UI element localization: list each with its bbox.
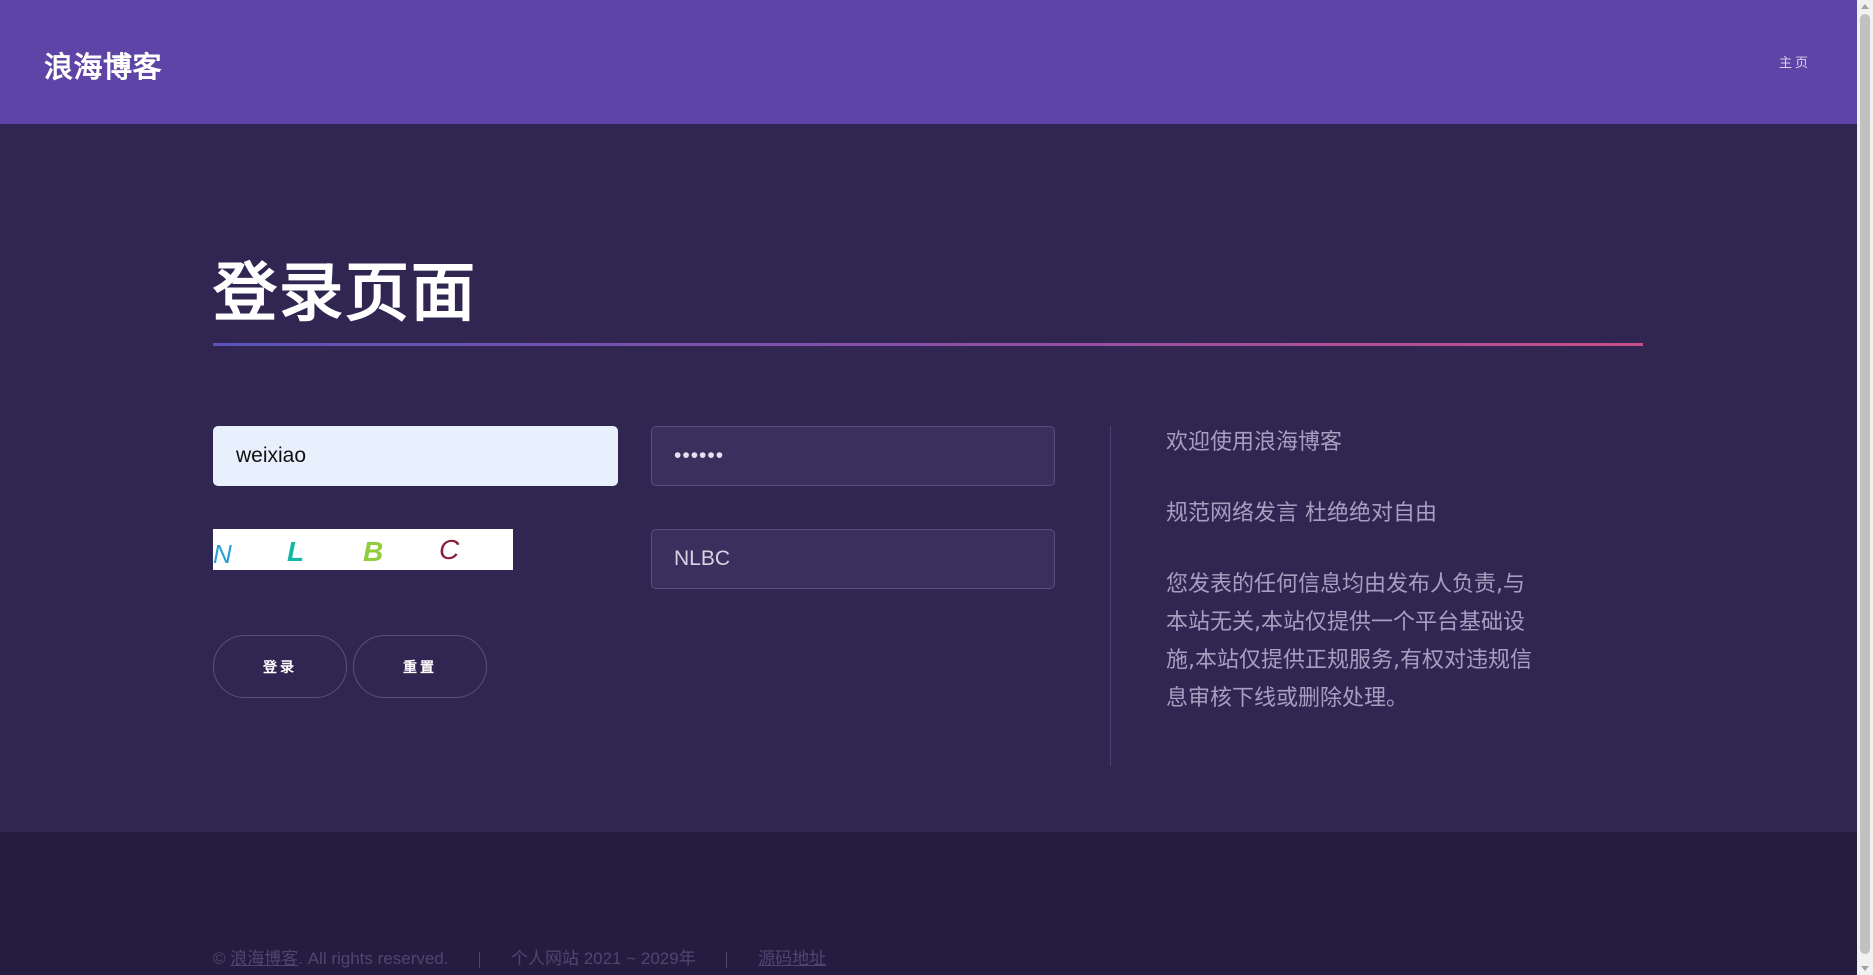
scrollbar-thumb[interactable] — [1860, 14, 1870, 954]
site-footer: © 浪海博客. All rights reserved. 个人网站 2021 ~… — [0, 832, 1857, 975]
captcha-char: L — [287, 536, 305, 567]
site-info-text: 个人网站 2021 ~ 2029年 — [510, 949, 696, 968]
reset-button[interactable]: 重置 — [353, 635, 487, 698]
footer-separator — [726, 951, 728, 968]
captcha-input[interactable] — [651, 529, 1055, 589]
site-header: 浪海博客 主页 — [0, 0, 1857, 124]
copyright-symbol: © — [213, 949, 226, 968]
welcome-text: 欢迎使用浪海博客 — [1166, 430, 1343, 455]
site-brand[interactable]: 浪海博客 — [44, 44, 162, 86]
login-section: 登录页面 N L B C 登录 重置 欢迎使用浪海博客 规范网络发言 杜绝绝对自… — [0, 124, 1857, 832]
page-title: 登录页面 — [213, 257, 477, 331]
rule-text: 规范网络发言 杜绝绝对自由 — [1166, 501, 1437, 526]
captcha-image[interactable]: N L B C — [213, 529, 513, 570]
captcha-char: B — [363, 536, 384, 567]
username-input[interactable] — [213, 426, 618, 486]
scroll-up-icon[interactable] — [1861, 4, 1869, 9]
footer-row: © 浪海博客. All rights reserved. 个人网站 2021 ~… — [213, 944, 826, 969]
password-input[interactable] — [651, 426, 1055, 486]
nav-home-link[interactable]: 主页 — [1779, 52, 1811, 71]
copyright-text: . All rights reserved. — [298, 949, 449, 968]
source-code-link[interactable]: 源码地址 — [758, 949, 826, 968]
vertical-scrollbar[interactable] — [1857, 0, 1873, 975]
captcha-char: C — [439, 534, 460, 565]
login-button[interactable]: 登录 — [213, 635, 347, 698]
captcha-char: N — [213, 539, 232, 569]
copyright-link[interactable]: 浪海博客 — [230, 949, 298, 968]
vertical-divider — [1110, 426, 1111, 766]
notice-text: 您发表的任何信息均由发布人负责,与本站无关,本站仅提供一个平台基础设施,本站仅提… — [1166, 572, 1532, 711]
footer-separator — [479, 951, 481, 968]
page: 浪海博客 主页 登录页面 N L B C 登录 重置 欢迎使用浪海博客 规范网络… — [0, 0, 1873, 975]
title-underline — [213, 343, 1643, 346]
scroll-down-icon[interactable] — [1861, 966, 1869, 971]
